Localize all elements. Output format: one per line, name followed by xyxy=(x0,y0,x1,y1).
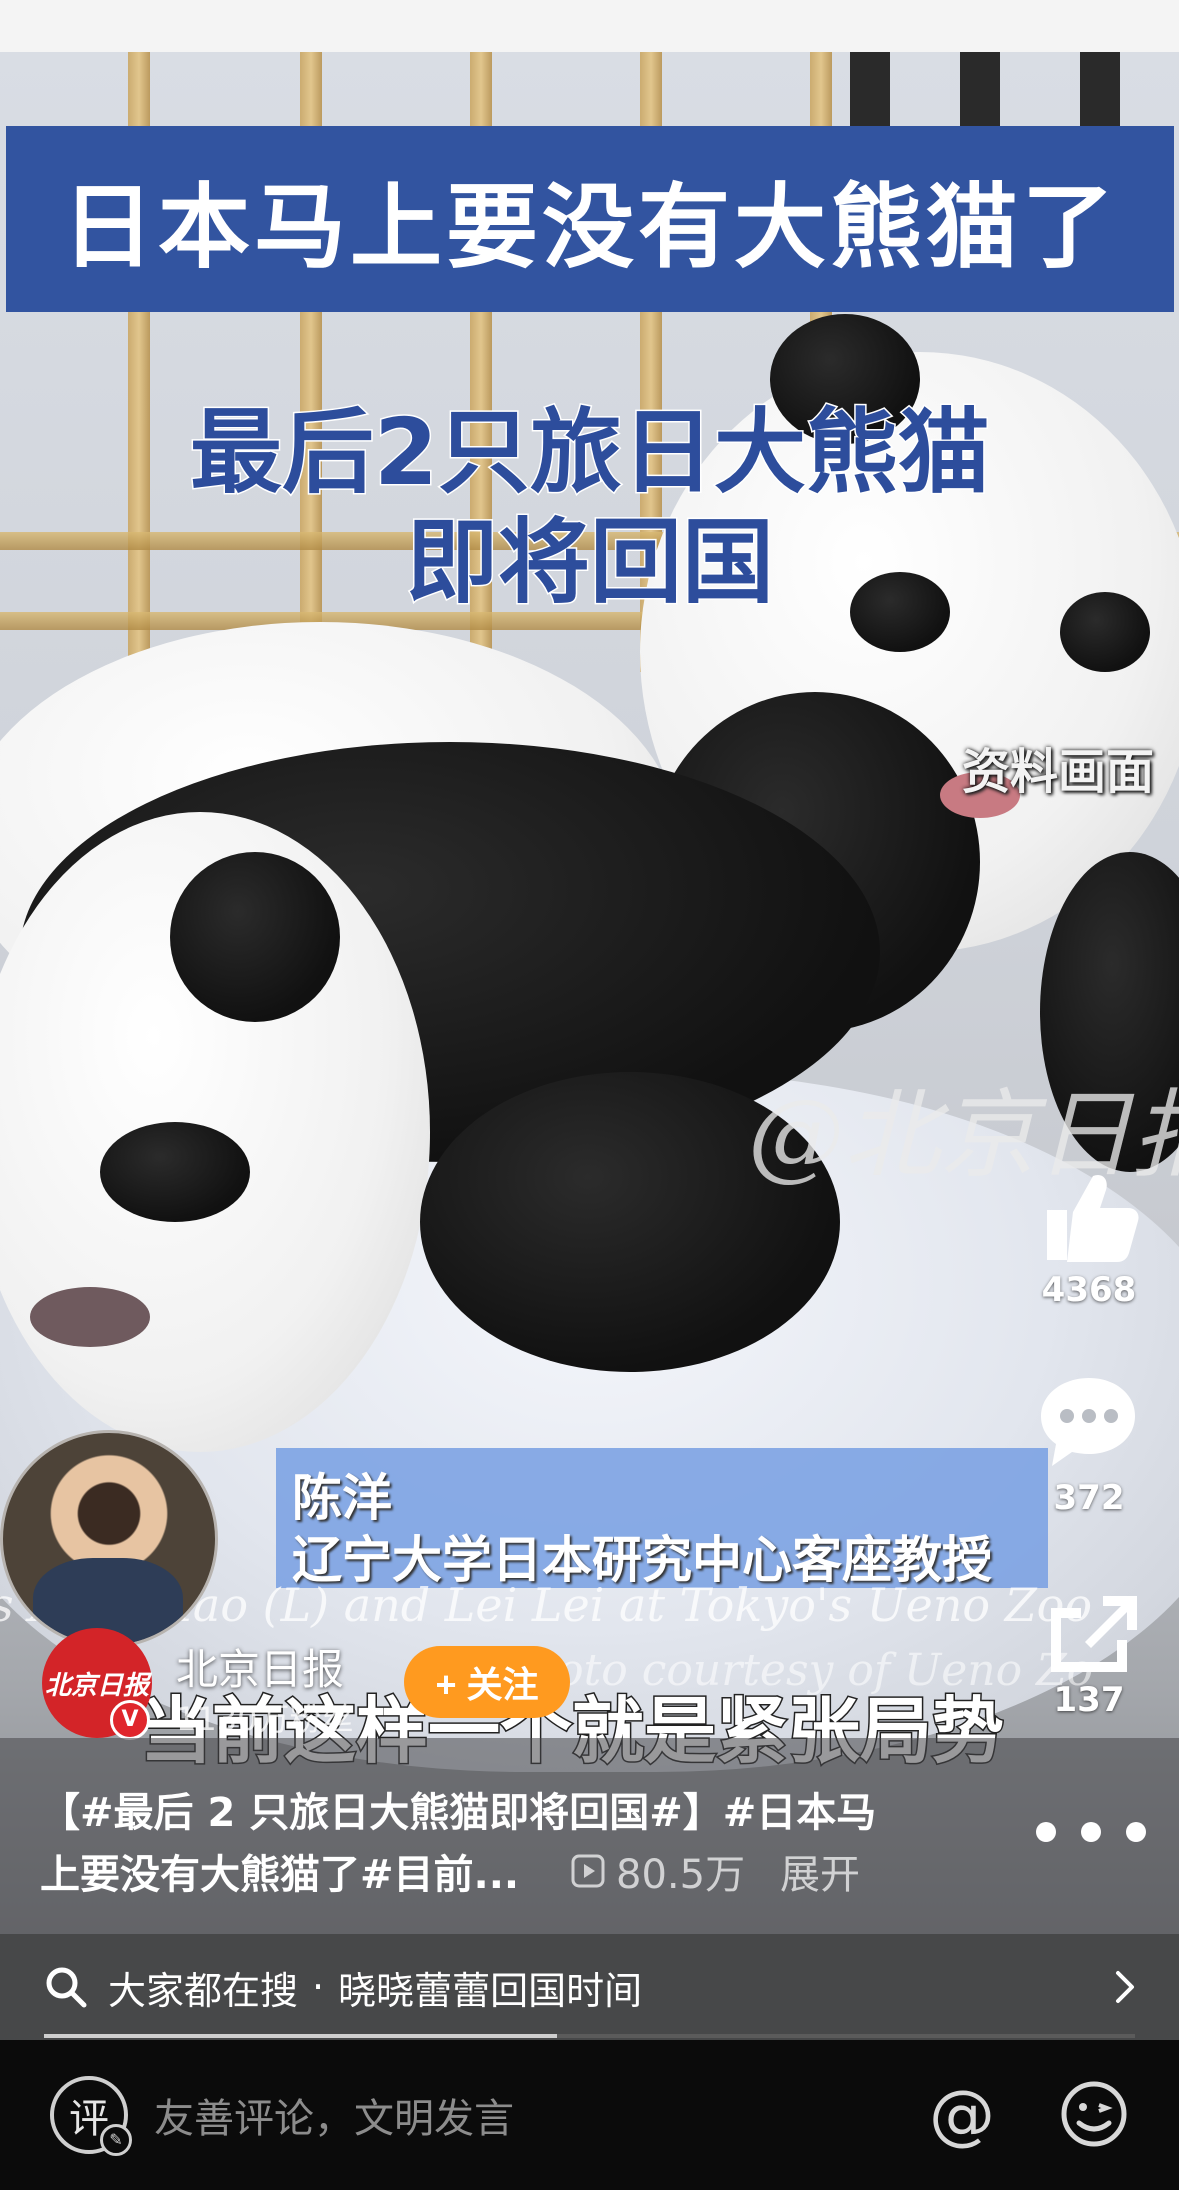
search-separator: · xyxy=(312,1965,325,2009)
status-strip xyxy=(0,0,1179,52)
chevron-right-icon xyxy=(1116,1971,1134,2003)
follow-button[interactable]: + 关注 xyxy=(404,1646,570,1718)
mention-button[interactable]: @ xyxy=(924,2075,1000,2153)
description-line2[interactable]: 上要没有大熊猫了#目前... xyxy=(40,1842,519,1900)
comment-button[interactable]: 372 xyxy=(1024,1372,1154,1518)
search-icon xyxy=(46,1967,87,2008)
panda-cub-left-ear xyxy=(170,852,340,1022)
more-dot-icon xyxy=(1081,1822,1101,1842)
panda-cub-left-eye-patch xyxy=(100,1122,250,1222)
more-options-button[interactable] xyxy=(1036,1812,1146,1852)
emoji-button[interactable] xyxy=(1056,2076,1132,2152)
like-button[interactable]: 4368 xyxy=(1024,1168,1154,1310)
subhead-line2: 即将回国 xyxy=(404,508,775,618)
share-icon xyxy=(1051,1596,1137,1672)
panda-cub-right-eye-patch xyxy=(1060,592,1150,672)
play-count: 80.5万 xyxy=(570,1842,745,1900)
like-count: 4368 xyxy=(1041,1270,1137,1310)
pen-icon: ✎ xyxy=(100,2124,132,2156)
comment-badge-icon: 评 ✎ xyxy=(50,2076,132,2156)
search-query: 晓晓蕾蕾回国时间 xyxy=(338,1968,643,2013)
title-banner: 日本马上要没有大熊猫了 xyxy=(6,126,1174,312)
emoji-icon xyxy=(1061,2081,1127,2147)
at-icon: @ xyxy=(929,2075,995,2153)
banner-title: 日本马上要没有大熊猫了 xyxy=(61,173,1118,281)
comment-placeholder[interactable]: 友善评论，文明发言 xyxy=(154,2086,514,2144)
share-count: 137 xyxy=(1053,1680,1125,1720)
logo-text: 北京日报 xyxy=(44,1670,149,1701)
video-progress-fill xyxy=(44,2034,557,2038)
follower-count: 1130万粉丝 xyxy=(176,1700,354,1738)
more-dot-icon xyxy=(1126,1822,1146,1842)
play-count-icon xyxy=(571,1854,605,1888)
comment-bubble-icon xyxy=(1041,1378,1135,1466)
archive-footage-tag: 资料画面 xyxy=(962,744,1155,800)
author-name[interactable]: 北京日报 xyxy=(176,1636,344,1697)
expand-link[interactable]: 展开 xyxy=(780,1842,860,1900)
thumbs-up-icon xyxy=(1047,1174,1139,1262)
share-button[interactable]: 137 xyxy=(1024,1588,1154,1720)
description-line1[interactable]: 【#最后 2 只旅日大熊猫即将回国#】#日本马 xyxy=(40,1780,876,1838)
video-progress-bar[interactable] xyxy=(44,2034,1135,2038)
play-count-value: 80.5万 xyxy=(616,1852,746,1898)
comment-count: 372 xyxy=(1053,1478,1125,1518)
related-search-bar[interactable]: 大家都在搜 · 晓晓蕾蕾回国时间 xyxy=(0,1934,1179,2040)
verified-badge-icon: V xyxy=(110,1700,150,1740)
search-prefix: 大家都在搜 xyxy=(108,1968,299,2013)
author-avatar[interactable] xyxy=(0,1430,218,1648)
more-dot-icon xyxy=(1036,1822,1056,1842)
comment-input-bar[interactable]: 评 ✎ 友善评论，文明发言 @ xyxy=(0,2040,1179,2190)
panda-cub-left-nose xyxy=(30,1287,150,1347)
